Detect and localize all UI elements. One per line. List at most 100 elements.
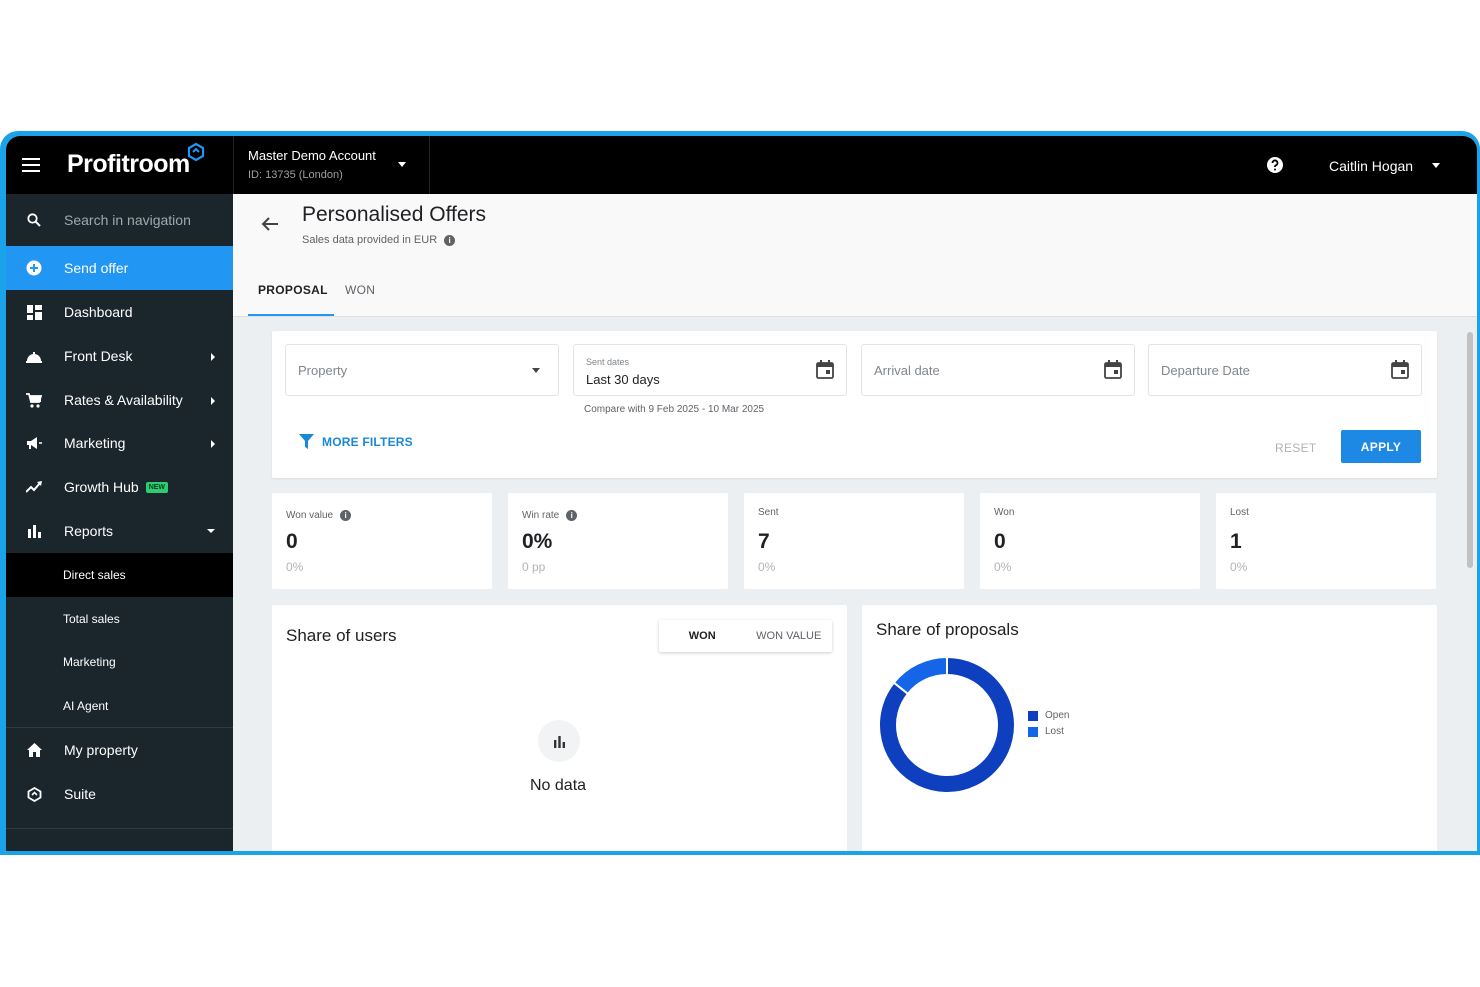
donut-slice-lost[interactable] [892,655,948,696]
toggle-won[interactable]: WON [659,620,746,652]
kpi-value: 0% [522,530,553,553]
main-content: Personalised Offers Sales data provided … [233,194,1477,851]
page-header: Personalised Offers Sales data provided … [233,194,1477,317]
departure-date-field[interactable]: Departure Date [1148,344,1422,396]
no-data-text: No data [530,777,587,794]
sidebar-subitem-ai-agent[interactable]: AI Agent [6,684,233,728]
kpi-change: 0% [286,560,304,574]
sidebar-subitem-marketing[interactable]: Marketing [6,640,233,684]
sidebar-item-my-property[interactable]: My property [6,728,233,772]
legend-label: Open [1045,710,1070,721]
app-window: Profitroom Master Demo Account ID: 13735… [6,136,1477,851]
property-placeholder: Property [298,363,348,378]
sidebar-item-label: Reports [64,523,114,539]
sidebar-item-label: Front Desk [64,348,133,364]
sent-dates-value: Last 30 days [586,372,660,387]
arrival-placeholder: Arrival date [874,363,940,378]
page-title: Personalised Offers [302,203,487,226]
kpi-value: 7 [758,530,770,553]
nav-search[interactable]: Search in navigation [6,198,233,242]
dashboard-icon [25,303,43,321]
calendar-icon[interactable] [816,360,834,379]
kpi-value: 0 [994,530,1006,553]
subitem-label: Direct sales [63,568,126,582]
sidebar-subitem-direct-sales[interactable]: Direct sales [6,553,233,597]
filters-card: Property Sent dates Last 30 days Arrival… [272,331,1437,478]
sidebar-divider [6,828,233,829]
toggle-won-value[interactable]: WON VALUE [746,620,833,652]
search-icon [25,211,43,229]
sidebar: Search in navigation Send offer Dashboar… [6,194,233,851]
bar-chart-icon [538,720,580,762]
kpi-card-won: Won 0 0% [980,493,1200,589]
send-offer-label: Send offer [64,260,129,276]
kpi-card-lost: Lost 1 0% [1216,493,1436,589]
apply-button[interactable]: APPLY [1341,430,1421,463]
legend-swatch-lost [1028,726,1038,737]
kpi-change: 0 pp [522,560,546,574]
help-icon[interactable] [1266,156,1284,174]
account-name: Master Demo Account [248,148,376,163]
legend-label: Lost [1045,726,1064,737]
sidebar-item-suite[interactable]: Suite [6,772,233,816]
chevron-down-icon[interactable] [1432,163,1440,168]
more-filters-label: MORE FILTERS [322,434,413,449]
sidebar-subitem-total-sales[interactable]: Total sales [6,597,233,641]
sent-dates-label: Sent dates [586,357,630,367]
kpi-label: Won [994,507,1015,518]
calendar-icon[interactable] [1391,360,1409,379]
chevron-right-icon [211,440,215,448]
logo-mark-icon [187,142,205,162]
kpi-label-text: Win rate [522,510,560,522]
property-select[interactable]: Property [285,344,559,396]
tab-won[interactable]: WON [345,283,375,297]
metric-toggle: WON WON VALUE [659,620,832,652]
suite-icon [25,785,43,803]
sent-dates-field[interactable]: Sent dates Last 30 days [573,344,847,396]
logo: Profitroom [67,150,190,178]
search-placeholder: Search in navigation [64,212,191,228]
send-offer-button[interactable]: Send offer [6,246,233,290]
chevron-right-icon [211,353,215,361]
account-selector[interactable]: Master Demo Account ID: 13735 (London) [233,136,430,194]
info-icon[interactable]: i [566,510,578,521]
info-icon[interactable]: i [444,234,456,246]
page-subtitle-text: Sales data provided in EUR [302,234,438,246]
subitem-label: Marketing [63,655,116,669]
filter-icon [299,434,314,449]
sidebar-item-dashboard[interactable]: Dashboard [6,290,233,334]
calendar-icon[interactable] [1104,360,1122,379]
sidebar-item-label: Suite [64,786,96,802]
sidebar-item-label: Growth Hub [64,479,139,495]
kpi-change: 0% [758,560,776,574]
panel-title: Share of users [286,626,397,645]
sidebar-item-reports[interactable]: Reports [6,509,233,553]
chevron-down-icon [207,529,215,533]
active-tab-indicator [248,314,334,316]
scrollbar[interactable] [1467,332,1473,568]
info-icon[interactable]: i [340,510,352,521]
bar-chart-icon [25,522,43,540]
user-menu[interactable]: Caitlin Hogan [1329,158,1413,174]
kpi-label: Sent [758,507,779,518]
sidebar-item-growth-hub[interactable]: Growth Hub NEW [6,465,233,509]
legend-item: Open [1028,710,1069,721]
back-arrow-icon[interactable] [261,216,279,232]
reset-button[interactable]: RESET [1275,441,1317,455]
kpi-label-text: Won value [286,510,334,522]
sidebar-item-front-desk[interactable]: Front Desk [6,334,233,378]
trending-icon [25,478,43,496]
sidebar-item-label: Marketing [64,435,126,451]
sidebar-item-marketing[interactable]: Marketing [6,421,233,465]
new-badge: NEW [145,481,169,493]
share-of-proposals-panel: Share of proposals Open Lost [862,605,1437,851]
departure-placeholder: Departure Date [1161,363,1250,378]
add-circle-icon [25,259,43,277]
sidebar-item-rates[interactable]: Rates & Availability [6,378,233,422]
account-id: ID: 13735 (London) [248,169,343,181]
arrival-date-field[interactable]: Arrival date [861,344,1135,396]
more-filters-button[interactable]: MORE FILTERS [299,434,413,449]
subitem-label: AI Agent [63,699,109,713]
tab-proposal[interactable]: PROPOSAL [258,283,328,297]
menu-icon[interactable] [22,158,40,172]
